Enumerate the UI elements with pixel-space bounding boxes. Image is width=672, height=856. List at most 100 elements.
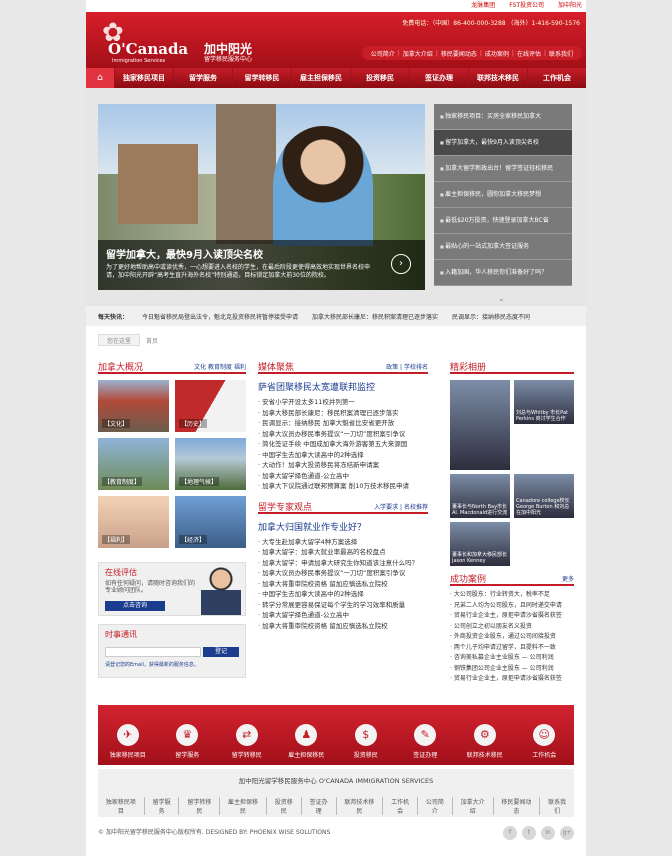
footer-link[interactable]: 签证办理 [302,797,337,815]
tab-admission[interactable]: 入学要求 [374,504,398,511]
topnav-item[interactable]: 移民要闻动态 [441,49,477,58]
list-item[interactable]: 加拿大移民部长康尼：移民积案清理已逐步落实 [258,408,428,419]
list-item[interactable]: 贸易行业企业主，原拒申请沙省摄名获签 [450,674,574,685]
ticker-item[interactable]: 今日魁省移民局登出法令，魁北克投资移民将暂停接受申请 [142,312,298,321]
list-item[interactable]: 加拿大议员办移民事务提议“一刀切”度积案引争议 [258,429,428,440]
list-item[interactable]: 加拿大留学：加拿大就业率最高的名校盘点 [258,547,428,558]
google-plus-icon[interactable]: g+ [560,826,574,840]
gallery-photo[interactable]: Canadore college校长 George Burton 和刘总在加中阳… [514,474,574,518]
list-item[interactable]: 加拿大将重审院校资格 留加应慎选私立院校 [258,579,428,590]
chevron-down-icon[interactable]: ⌄ [498,294,505,303]
list-item[interactable]: 简化签证手续 中国成加拿大海外游客第五大来源国 [258,439,428,450]
home-icon[interactable]: ⌂ [86,68,114,88]
gallery-photo[interactable] [450,380,510,470]
list-item[interactable]: 钢铁集团公司企业主股东 — 公司利润 [450,664,574,675]
list-item[interactable]: 中国学生去加拿大读高中的2种选择 [258,589,428,600]
list-item[interactable]: 咨询美私募企业主业股东 — 公司利润 [450,653,574,664]
register-button[interactable]: 登记 [203,647,239,657]
tab-school-ranking[interactable]: 学校排名 [404,364,428,371]
service-item[interactable]: ♛ 留学服务 [159,724,215,759]
list-item[interactable]: 加拿大留学择色通道-公立高中 [258,471,428,482]
list-item[interactable]: 大专生赴加拿大留学4种方案选择 [258,537,428,548]
banner-slide[interactable]: 留学加拿大，最快9月入读顶尖名校 为了更好地帮助高中或读优秀，一心想要进入名校的… [98,104,425,290]
slide-list-item[interactable]: 最贴心的一站式加拿大签证服务 [434,234,572,260]
slide-list-item[interactable]: 加拿大留学新政出台！留学签证轻松移民 [434,156,572,182]
tab-culture[interactable]: 文化 [194,364,206,371]
list-item[interactable]: 加拿大将重审院校资格 留加应慎选私立院校 [258,621,428,632]
footer-link[interactable]: 独家移民项目 [98,797,145,815]
slide-list-item[interactable]: 雇主担保移民，圆你加拿大移民梦想 [434,182,572,208]
tile-education[interactable]: 【教育制度】 [98,438,169,490]
facebook-icon[interactable]: f [503,826,517,840]
linkedin-icon[interactable]: in [541,826,555,840]
nav-item[interactable]: 工作机会 [527,68,586,88]
list-item[interactable]: 兄弟二人均为公司股东，且同时递交申请 [450,601,574,612]
topnav-item[interactable]: 在线评估 [517,49,541,58]
gallery-photo[interactable]: 董事长与North Bay市长 Al. Macdonald进行交流 [450,474,510,518]
topnav-item[interactable]: 联系我们 [549,49,573,58]
tab-policy[interactable]: 政策 [386,364,398,371]
nav-item[interactable]: 签证办理 [409,68,468,88]
nav-item[interactable]: 留学服务 [173,68,232,88]
ticker-item[interactable]: 民调显示：接纳移民态度不同 [452,312,530,321]
list-item[interactable]: 贸易行业企业主，原拒申请沙省摄名获签 [450,611,574,622]
top-link-3[interactable]: 加中阳光 [558,2,582,9]
nav-item[interactable]: 独家移民项目 [114,68,173,88]
nav-item[interactable]: 留学转移民 [232,68,291,88]
media-headline[interactable]: 萨省团聚移民太宽遭联邦监控 [258,380,428,393]
footer-link[interactable]: 公司简介 [418,797,453,815]
tile-geography[interactable]: 【地理气候】 [175,438,246,490]
topnav-item[interactable]: 成功案例 [485,49,509,58]
list-item[interactable]: 外商投资企业股东，通过公司间接投资 [450,632,574,643]
nav-item[interactable]: 联邦技术移民 [468,68,527,88]
footer-link[interactable]: 加拿大介绍 [453,797,494,815]
nav-item[interactable]: 投资移民 [350,68,409,88]
tile-culture[interactable]: 【文化】 [98,380,169,432]
email-input[interactable] [105,647,201,657]
twitter-icon[interactable]: t [522,826,536,840]
list-item[interactable]: 民调显示：接纳移民 加拿大魁省比安省更开放 [258,418,428,429]
footer-link[interactable]: 留学转移民 [179,797,221,815]
more-link[interactable]: 更多 [562,574,574,583]
list-item[interactable]: 中国学生去加拿大读高中的2种选择 [258,450,428,461]
tab-education[interactable]: 教育制度 [208,364,232,371]
topnav-item[interactable]: 加拿大介绍 [403,49,433,58]
service-item[interactable]: ♟ 雇主担保移民 [278,724,334,759]
slide-list-item[interactable]: 入籍加国，华人移民你们准备好了吗？ [434,260,572,286]
tile-welfare[interactable]: 【福利】 [98,496,169,548]
service-item[interactable]: $ 投资移民 [338,724,394,759]
service-item[interactable]: ⚙ 联邦技术移民 [457,724,513,759]
footer-link[interactable]: 留学服务 [145,797,180,815]
list-item[interactable]: 大公司股东：行业转资大，税率不足 [450,590,574,601]
expert-headline[interactable]: 加拿大归国就业作专业好？ [258,520,428,533]
crumb-home[interactable]: 首页 [146,334,158,346]
footer-link[interactable]: 投资移民 [267,797,302,815]
service-item[interactable]: ✈ 独家移民项目 [100,724,156,759]
slide-list-item[interactable]: 独家移民项目：买房全家移民加拿大 [434,104,572,130]
slide-list-item-active[interactable]: 留学加拿大，最快9月入读顶尖名校 [434,130,572,156]
ticker-item[interactable]: 加拿大移民部长康尼：移民积案清理已逐步落实 [312,312,438,321]
tab-top-schools[interactable]: 名校推荐 [404,504,428,511]
list-item[interactable]: 加拿大留学择色通道-公立高中 [258,610,428,621]
gallery-photo[interactable]: 刘总与Whitby 市长Pat Perkins 商讨学生合作 [514,380,574,424]
footer-link[interactable]: 雇主担保移民 [220,797,267,815]
service-item[interactable]: ⇄ 留学转移民 [219,724,275,759]
list-item[interactable]: 加拿大下议院通过联邦预算案 削10万技术移民申请 [258,481,428,492]
list-item[interactable]: 转学分常展更容易保证每个学生的学习效率和质量 [258,600,428,611]
list-item[interactable]: 公司创立之初以朋友名义投资 [450,622,574,633]
slide-list-item[interactable]: 最低$20万投资，快速登录加拿大BC省 [434,208,572,234]
list-item[interactable]: 加拿大议员办移民事务提议“一刀切”度积案引争议 [258,568,428,579]
footer-link[interactable]: 移民要闻动态 [494,797,541,815]
top-link-1[interactable]: 龙脉集团 [471,2,495,9]
footer-link[interactable]: 联系我们 [540,797,574,815]
list-item[interactable]: 两个儿子均申请过留学，且提料不一致 [450,643,574,654]
tab-welfare[interactable]: 福利 [234,364,246,371]
list-item[interactable]: 加拿大留学：申请加拿大研究生你知道该注意什么吗？ [258,558,428,569]
footer-link[interactable]: 联邦技术移民 [337,797,384,815]
nav-item[interactable]: 雇主担保移民 [291,68,350,88]
service-item[interactable]: ✎ 签证办理 [397,724,453,759]
tile-economy[interactable]: 【经济】 [175,496,246,548]
gallery-photo[interactable]: 董事长和加拿大移民部长Jason Kenney [450,522,510,566]
list-item[interactable]: 安省小学开设太多11校并列第一 [258,397,428,408]
topnav-item[interactable]: 公司简介 [371,49,395,58]
